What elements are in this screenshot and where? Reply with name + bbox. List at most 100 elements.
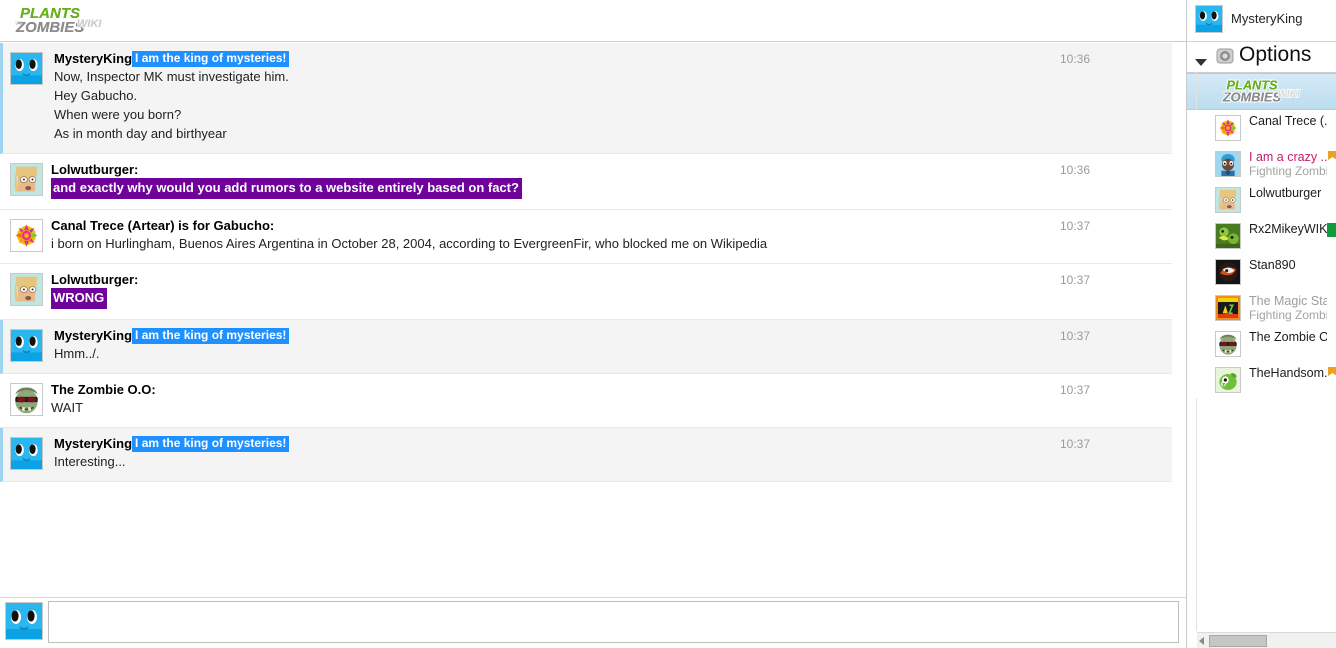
rail-user-item[interactable]: The Magic StarFighting Zombies bbox=[1187, 290, 1336, 326]
chat-message-line-wrap: i born on Hurlingham, Buenos Aires Argen… bbox=[51, 234, 1052, 253]
lolwutburger-avatar-icon[interactable] bbox=[10, 273, 43, 306]
chat-message: Lolwutburger: and exactly why would you a… bbox=[0, 154, 1172, 210]
rail-user-text: The Magic StarFighting Zombies bbox=[1249, 294, 1327, 322]
current-user-avatar-icon bbox=[5, 602, 43, 640]
chat-message-tagline: I am the king of mysteries! bbox=[132, 328, 290, 344]
rail-user-text: The Zombie O.O bbox=[1249, 330, 1327, 344]
thehandsome-avatar-icon[interactable]: 7 bbox=[1215, 367, 1241, 393]
rail-user-text: Canal Trece (... bbox=[1249, 114, 1327, 128]
chat-message-username[interactable]: The Zombie O.O: bbox=[51, 382, 156, 397]
star-badge-icon bbox=[1327, 367, 1336, 381]
chat-message-header: The Zombie O.O: bbox=[51, 381, 1052, 398]
canaltrece-avatar-icon[interactable] bbox=[10, 219, 43, 252]
rail-user-text: Rx2MikeyWIKIA bbox=[1249, 222, 1327, 236]
chat-message-timestamp: 10:37 bbox=[1059, 219, 1090, 233]
chevron-down-icon[interactable] bbox=[1195, 59, 1207, 66]
chat-message-list: MysteryKing I am the king of mysteries! No… bbox=[0, 43, 1172, 482]
mysteryking-avatar-icon[interactable] bbox=[10, 437, 43, 470]
pvz-wiki-logo-small: PLANTS PLANTS ZOMBIES ZOMBIES vs WIKI WI… bbox=[1219, 76, 1307, 107]
chat-input-area bbox=[0, 597, 1186, 648]
rail-bottom-divider bbox=[1187, 631, 1197, 632]
star-badge-icon bbox=[1327, 151, 1336, 165]
chat-message-username[interactable]: MysteryKing bbox=[54, 51, 132, 66]
svg-text:ZOMBIES: ZOMBIES bbox=[1222, 90, 1282, 105]
rx2mikey-avatar-icon[interactable] bbox=[1215, 223, 1241, 249]
chat-message-line-wrap: As in month day and birthyear bbox=[54, 124, 1052, 143]
chat-message-username[interactable]: Lolwutburger: bbox=[51, 162, 138, 177]
rail-user-item[interactable]: I am a crazy ...Fighting Zombies bbox=[1187, 146, 1336, 182]
rail-user-item[interactable]: Canal Trece (... bbox=[1187, 110, 1336, 146]
chat-message: MysteryKing I am the king of mysteries! No… bbox=[0, 43, 1172, 154]
chat-message-line-wrap: When were you born? bbox=[54, 105, 1052, 124]
chat-message-header: Lolwutburger: bbox=[51, 161, 1052, 178]
chat-message-line: Hmm../. bbox=[54, 346, 100, 361]
mysteryking-avatar-icon[interactable] bbox=[10, 52, 43, 85]
rail-user-status: Fighting Zombies bbox=[1249, 308, 1327, 322]
chat-message-body: The Zombie O.O: WAIT bbox=[51, 381, 1052, 417]
mysteryking-avatar-icon[interactable] bbox=[10, 329, 43, 362]
chat-message-input[interactable] bbox=[48, 601, 1179, 643]
chat-message: The Zombie O.O: WAIT 10:37 bbox=[0, 374, 1172, 428]
chat-message-timestamp: 10:36 bbox=[1059, 52, 1090, 66]
rail-user-list: Canal Trece (... I am a crazy ... Fightin… bbox=[1187, 110, 1336, 398]
top-bar: PLANTS PLANTS ZOMBIES ZOMBIES vs WIKI WI… bbox=[0, 0, 1186, 42]
chat-message-line-wrap: Hey Gabucho. bbox=[54, 86, 1052, 105]
svg-text:vs: vs bbox=[1222, 90, 1230, 97]
chat-message-username[interactable]: Canal Trece (Artear) is for Gabucho: bbox=[51, 218, 274, 233]
moderator-badge-icon bbox=[1327, 223, 1336, 237]
rail-user-name: Canal Trece (... bbox=[1249, 114, 1327, 128]
chat-message-line-wrap: WAIT bbox=[51, 398, 1052, 417]
rail-user-item[interactable]: 7 TheHandsom... bbox=[1187, 362, 1336, 398]
chat-message-line: WAIT bbox=[51, 400, 84, 415]
chat-message-line: i born on Hurlingham, Buenos Aires Argen… bbox=[51, 236, 768, 251]
chat-message: MysteryKing I am the king of mysteries! Hm… bbox=[0, 320, 1172, 374]
zombie-avatar-icon[interactable] bbox=[10, 383, 43, 416]
lolwutburger-avatar-icon[interactable] bbox=[10, 163, 43, 196]
chat-message-line-wrap: Now, Inspector MK must investigate him. bbox=[54, 67, 1052, 86]
chat-message-line-wrap: WRONG bbox=[51, 288, 1052, 309]
lolwutburger-avatar-icon[interactable] bbox=[1215, 187, 1241, 213]
chat-message-line-wrap: Hmm../. bbox=[54, 344, 1052, 363]
rail-user-item[interactable]: Lolwutburger bbox=[1187, 182, 1336, 218]
chat-message-header: MysteryKing I am the king of mysteries! bbox=[54, 435, 1052, 452]
scroll-left-arrow-icon[interactable] bbox=[1199, 637, 1204, 645]
chat-message-body: MysteryKing I am the king of mysteries! In… bbox=[54, 435, 1052, 471]
rail-user-item[interactable]: The Zombie O.O bbox=[1187, 326, 1336, 362]
current-user-row[interactable]: MysteryKing bbox=[1187, 0, 1336, 42]
canaltrece-avatar-icon[interactable] bbox=[1215, 115, 1241, 141]
magicstar-avatar-icon[interactable] bbox=[1215, 295, 1241, 321]
chat-message-username[interactable]: MysteryKing bbox=[54, 436, 132, 451]
chat-message-header: Canal Trece (Artear) is for Gabucho: bbox=[51, 217, 1052, 234]
chat-message-username[interactable]: MysteryKing bbox=[54, 328, 132, 343]
rail-horizontal-scrollbar[interactable] bbox=[1197, 632, 1336, 648]
chat-message: Canal Trece (Artear) is for Gabucho: i bo… bbox=[0, 210, 1172, 264]
chat-message-line-wrap: Interesting... bbox=[54, 452, 1052, 471]
rail-user-name: Lolwutburger bbox=[1249, 186, 1322, 200]
chat-message-username[interactable]: Lolwutburger: bbox=[51, 272, 138, 287]
chat-application: PLANTS PLANTS ZOMBIES ZOMBIES vs WIKI WI… bbox=[0, 0, 1336, 648]
gear-icon bbox=[1215, 46, 1235, 66]
rail-user-name: Stan890 bbox=[1249, 258, 1296, 272]
chat-message-timestamp: 10:37 bbox=[1059, 273, 1090, 287]
rail-user-name: I am a crazy ... bbox=[1249, 150, 1327, 164]
chat-message-tagline: I am the king of mysteries! bbox=[132, 51, 290, 67]
rail-scrollbar-thumb[interactable] bbox=[1209, 635, 1267, 647]
chat-message-timestamp: 10:37 bbox=[1059, 437, 1090, 451]
svg-text:WIKI: WIKI bbox=[77, 18, 102, 30]
svg-text:WIKI: WIKI bbox=[1278, 89, 1300, 100]
stan890-avatar-icon[interactable] bbox=[1215, 259, 1241, 285]
chat-message-header: MysteryKing I am the king of mysteries! bbox=[54, 327, 1052, 344]
chat-message-pane[interactable]: MysteryKing I am the king of mysteries! No… bbox=[0, 43, 1186, 596]
rail-user-status: Fighting Zombies bbox=[1249, 164, 1327, 178]
rail-user-item[interactable]: Stan890 bbox=[1187, 254, 1336, 290]
rail-wiki-header[interactable]: PLANTS PLANTS ZOMBIES ZOMBIES vs WIKI WI… bbox=[1187, 73, 1336, 110]
svg-text:vs: vs bbox=[15, 20, 23, 27]
chat-message: MysteryKing I am the king of mysteries! In… bbox=[0, 428, 1172, 482]
options-bar[interactable]: Options bbox=[1187, 42, 1336, 73]
zombie-avatar-icon[interactable] bbox=[1215, 331, 1241, 357]
chat-message-body: Lolwutburger: WRONG bbox=[51, 271, 1052, 309]
rail-user-item[interactable]: Rx2MikeyWIKIA bbox=[1187, 218, 1336, 254]
rail-user-name: TheHandsom... bbox=[1249, 366, 1327, 380]
chat-message-line: Hey Gabucho. bbox=[54, 88, 138, 103]
crazy-avatar-icon[interactable] bbox=[1215, 151, 1241, 177]
